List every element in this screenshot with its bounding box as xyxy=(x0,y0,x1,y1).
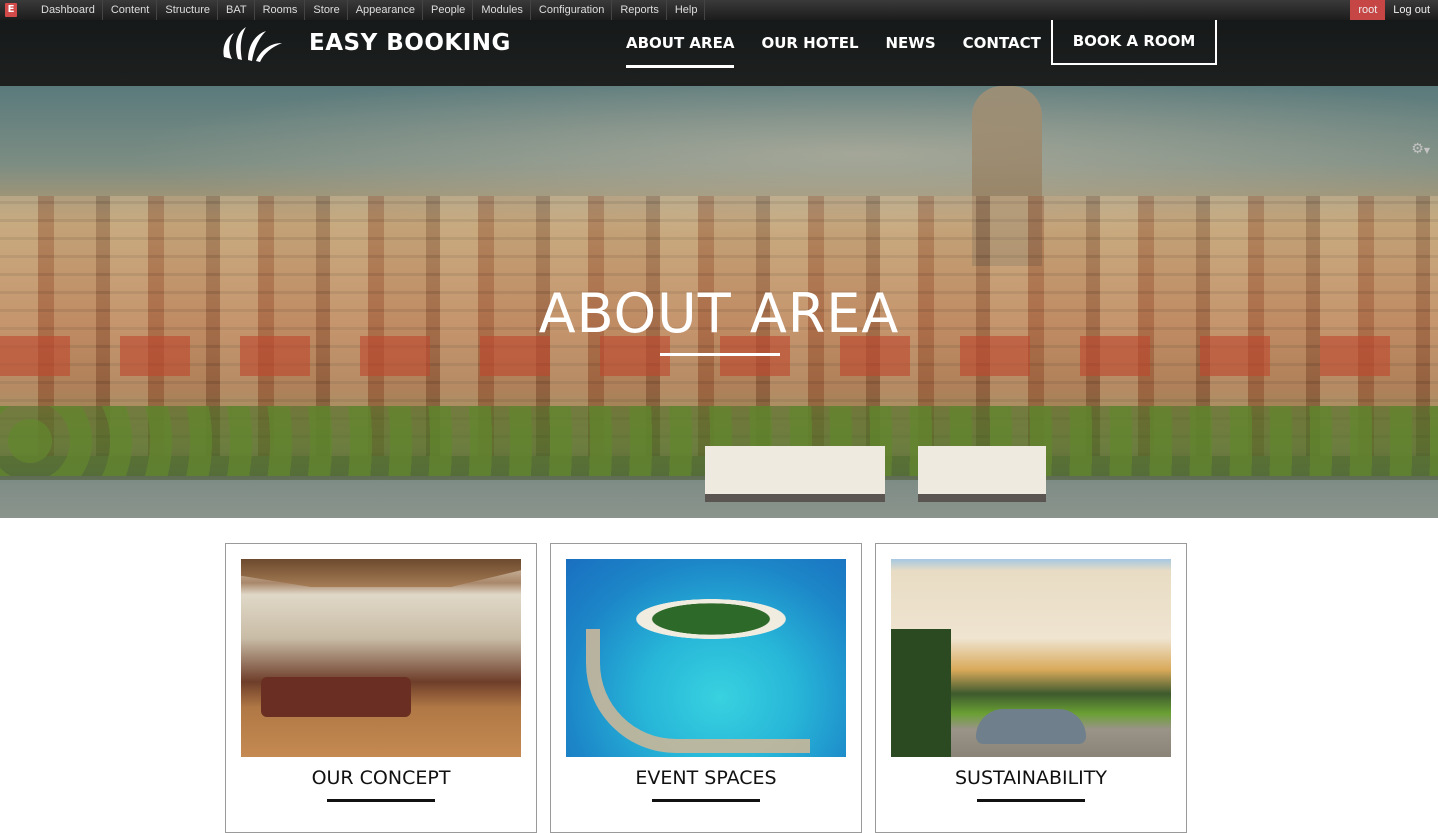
hero-title-underline xyxy=(660,353,780,356)
hero-ferry xyxy=(918,446,1046,502)
brand-logo-icon xyxy=(223,27,282,62)
hero-ferry xyxy=(705,446,885,502)
card-event-spaces[interactable]: EVENT SPACES xyxy=(550,543,862,833)
card-title[interactable]: EVENT SPACES xyxy=(566,767,846,789)
main-nav: ABOUT AREA OUR HOTEL NEWS CONTACT xyxy=(626,20,1068,68)
card-title-underline xyxy=(977,799,1085,802)
admin-logo-icon: E xyxy=(5,3,17,17)
hero-title: ABOUT AREA xyxy=(538,282,900,345)
card-our-concept[interactable]: OUR CONCEPT xyxy=(225,543,537,833)
feature-cards: OUR CONCEPT EVENT SPACES SUSTAINABILITY xyxy=(225,543,1200,833)
nav-about-area[interactable]: ABOUT AREA xyxy=(626,34,735,68)
gear-icon[interactable]: ⚙▼ xyxy=(1411,141,1430,157)
card-image-living-room[interactable] xyxy=(241,559,521,757)
admin-toolbar: E Dashboard Content Structure BAT Rooms … xyxy=(0,0,1438,20)
admin-menu-people[interactable]: People xyxy=(423,0,474,20)
admin-menu-modules[interactable]: Modules xyxy=(473,0,531,20)
book-a-room-button[interactable]: BOOK A ROOM xyxy=(1051,18,1217,65)
hero-banner: ABOUT AREA ⚙▼ xyxy=(0,86,1438,518)
admin-home-logo[interactable]: E xyxy=(0,0,22,20)
admin-menu: Dashboard Content Structure BAT Rooms St… xyxy=(31,0,706,20)
nav-contact[interactable]: CONTACT xyxy=(963,34,1041,52)
site-header: EASY BOOKING ABOUT AREA OUR HOTEL NEWS C… xyxy=(0,18,1438,86)
admin-menu-store[interactable]: Store xyxy=(305,0,348,20)
logout-link[interactable]: Log out xyxy=(1385,0,1438,20)
nav-our-hotel[interactable]: OUR HOTEL xyxy=(761,34,858,52)
admin-menu-configuration[interactable]: Configuration xyxy=(531,0,613,20)
admin-menu-help[interactable]: Help xyxy=(667,0,706,20)
brand[interactable]: EASY BOOKING xyxy=(220,20,511,66)
card-sustainability[interactable]: SUSTAINABILITY xyxy=(875,543,1187,833)
admin-menu-reports[interactable]: Reports xyxy=(612,0,667,20)
card-title-underline xyxy=(327,799,435,802)
admin-menu-rooms[interactable]: Rooms xyxy=(255,0,306,20)
admin-menu-structure[interactable]: Structure xyxy=(157,0,218,20)
admin-menu-bat[interactable]: BAT xyxy=(218,0,255,20)
admin-user-link[interactable]: root xyxy=(1350,0,1386,20)
admin-menu-content[interactable]: Content xyxy=(103,0,158,20)
admin-account: root Log out xyxy=(1350,0,1438,20)
admin-menu-dashboard[interactable]: Dashboard xyxy=(31,0,103,20)
card-title-underline xyxy=(652,799,760,802)
card-image-island-villas[interactable] xyxy=(566,559,846,757)
card-title[interactable]: SUSTAINABILITY xyxy=(891,767,1171,789)
card-title[interactable]: OUR CONCEPT xyxy=(241,767,521,789)
brand-name: EASY BOOKING xyxy=(309,30,511,56)
card-image-hotel-courtyard[interactable] xyxy=(891,559,1171,757)
admin-menu-appearance[interactable]: Appearance xyxy=(348,0,424,20)
nav-news[interactable]: NEWS xyxy=(886,34,936,52)
